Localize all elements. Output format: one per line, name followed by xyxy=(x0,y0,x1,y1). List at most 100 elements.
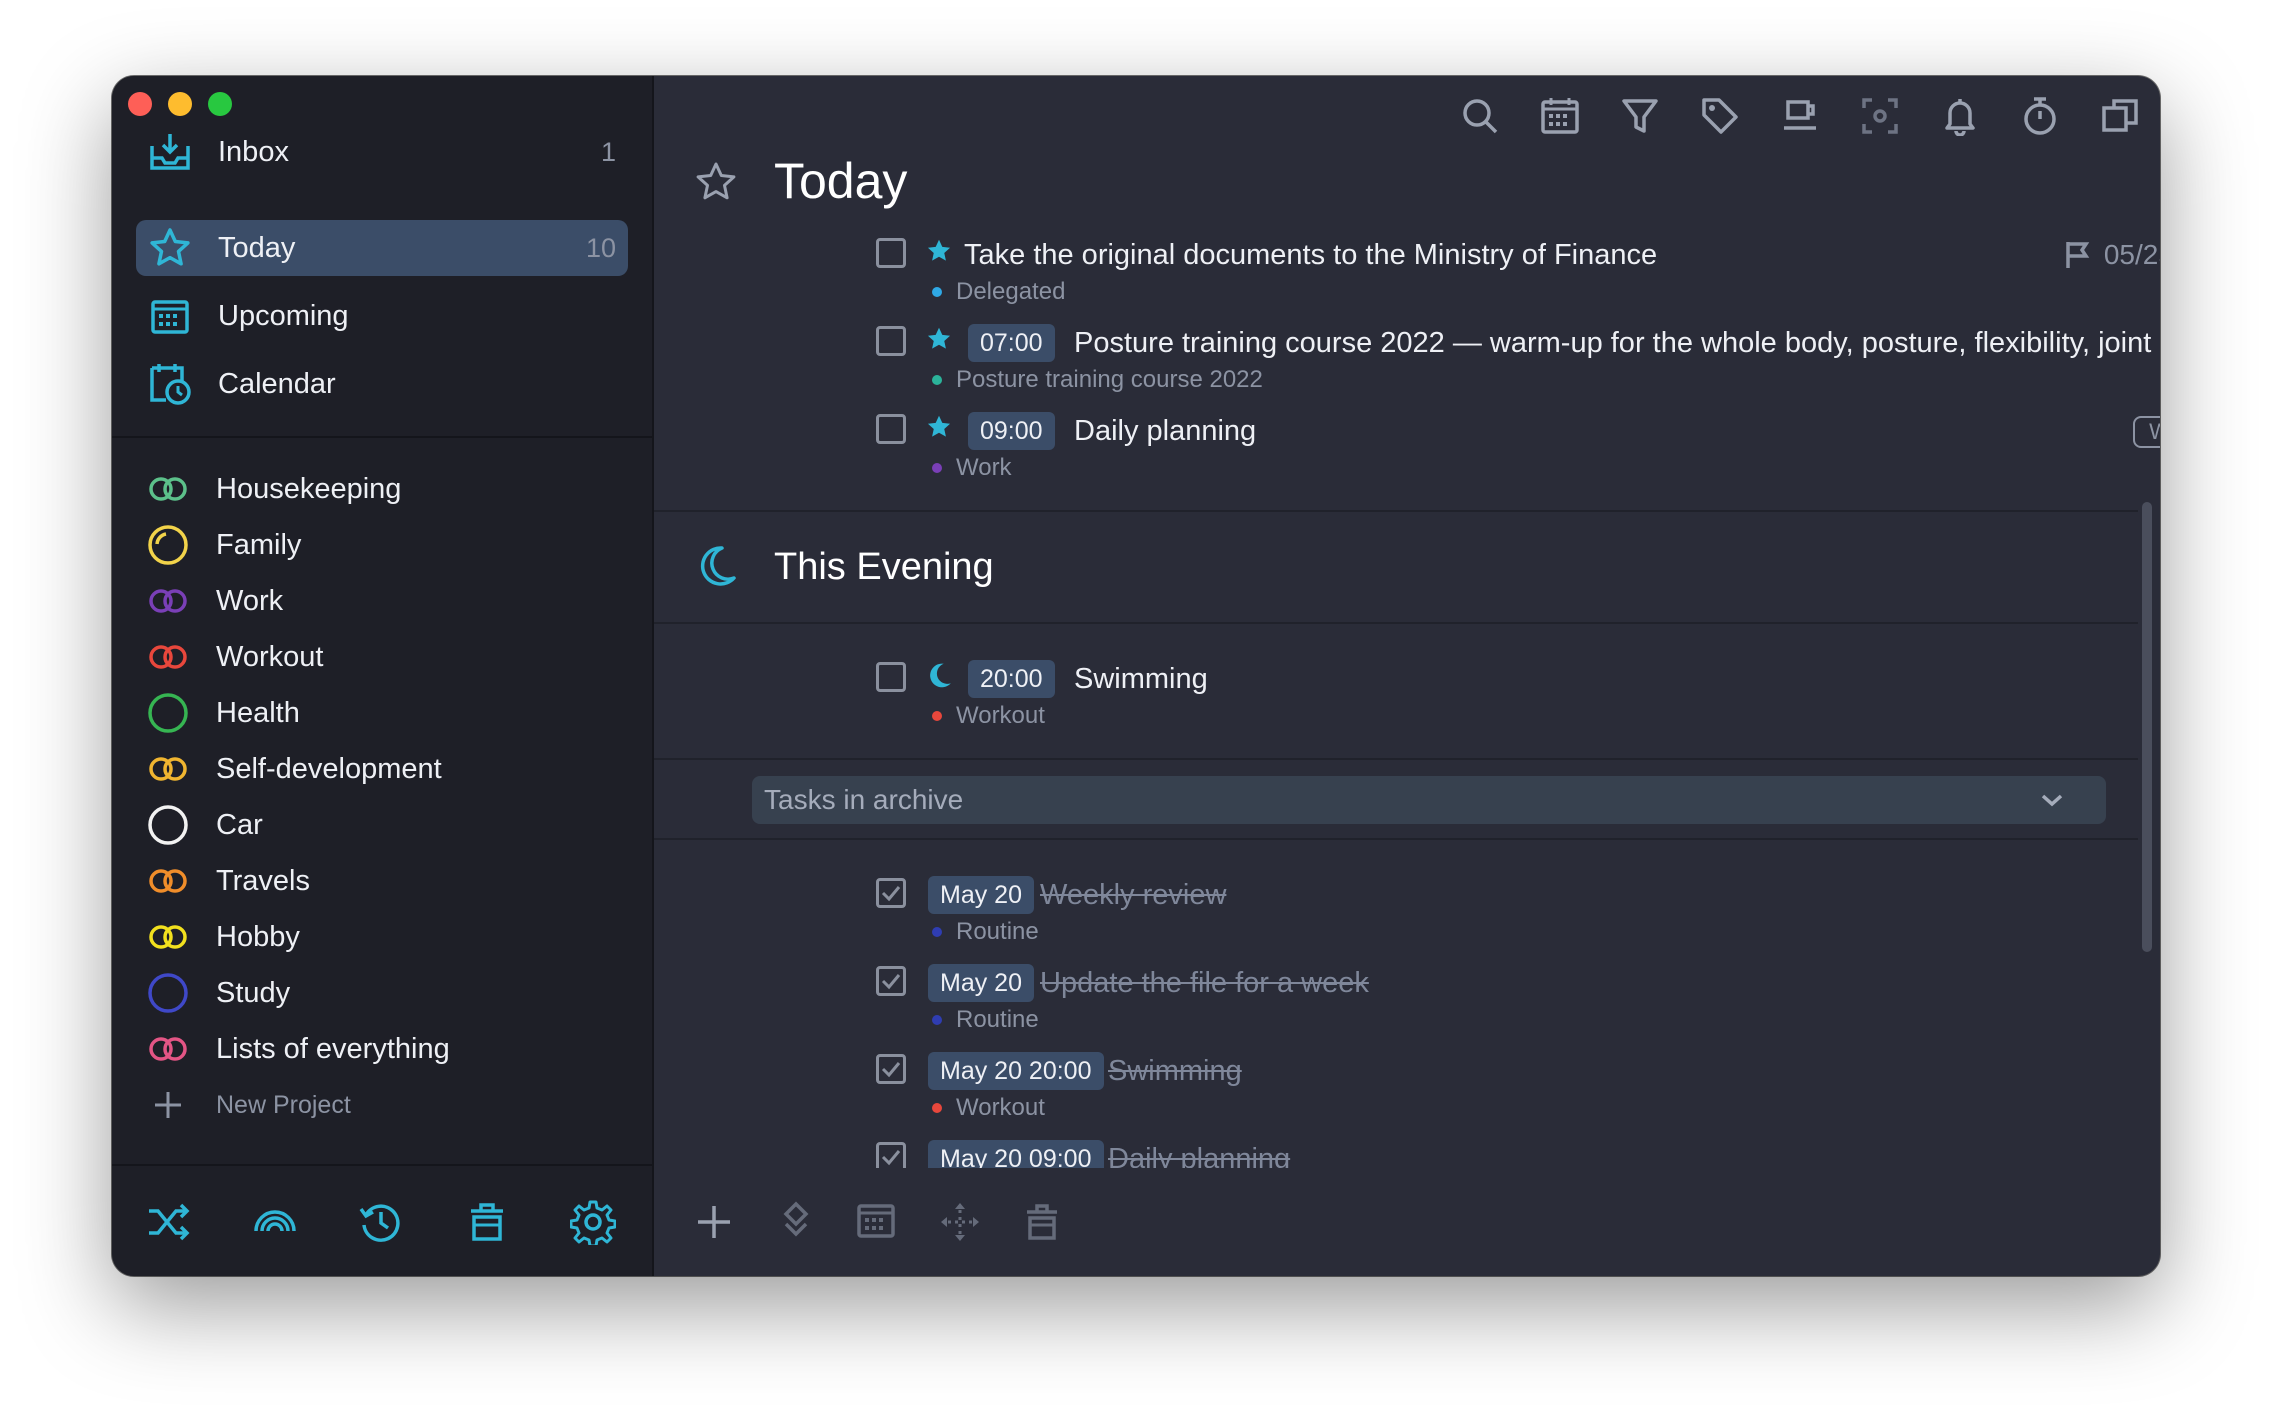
task-checkbox[interactable] xyxy=(876,326,906,356)
sidebar-item-study[interactable]: Study xyxy=(146,968,290,1018)
task-date-label: 05/25/2022 xyxy=(2103,239,2160,270)
window-controls xyxy=(128,92,232,116)
project-dot xyxy=(932,287,942,297)
section-title-evening: This Evening xyxy=(774,546,994,588)
task-checkbox-checked[interactable] xyxy=(876,966,906,996)
project-label: Health xyxy=(216,696,300,729)
sidebar-item-hobby[interactable]: Hobby xyxy=(146,912,300,962)
main-panel: Today Take the original documents to the… xyxy=(654,76,2160,1276)
zoom-window-button[interactable] xyxy=(208,92,232,116)
section-divider xyxy=(654,838,2138,840)
sidebar-item-self-development[interactable]: Self-development xyxy=(146,744,442,794)
sidebar-item-family[interactable]: Family xyxy=(146,520,301,570)
shuffle-icon[interactable] xyxy=(146,1199,192,1245)
task-project-label: Workout xyxy=(956,1094,1045,1121)
calendar-icon[interactable] xyxy=(856,1200,900,1244)
scrollbar[interactable] xyxy=(2142,502,2152,952)
sidebar-item-workout[interactable]: Workout xyxy=(146,632,323,682)
project-label: Self-development xyxy=(216,752,442,785)
double-ring-icon xyxy=(146,747,190,791)
sidebar-item-label: Calendar xyxy=(218,367,336,400)
new-project-button[interactable]: New Project xyxy=(146,1080,351,1130)
task-title: Swimming xyxy=(1108,1055,1242,1087)
task-checkbox[interactable] xyxy=(876,238,906,268)
task-checkbox-checked[interactable] xyxy=(876,1142,906,1168)
task-project-label: Workout xyxy=(956,702,1045,729)
today-star-icon xyxy=(926,414,956,444)
star-icon xyxy=(146,224,194,272)
project-label: Family xyxy=(216,528,302,561)
task-title: Swimming xyxy=(1074,663,1208,695)
today-star-icon xyxy=(926,326,956,356)
sidebar-item-health[interactable]: Health xyxy=(146,688,300,738)
history-icon[interactable] xyxy=(358,1199,404,1245)
task-date-chip: May 20 xyxy=(928,964,1034,1002)
project-dot xyxy=(932,1015,942,1025)
trash-icon[interactable] xyxy=(1020,1200,1064,1244)
project-dot xyxy=(932,375,942,385)
task-checkbox[interactable] xyxy=(876,414,906,444)
move-project-icon[interactable] xyxy=(774,1200,818,1244)
flag-icon xyxy=(2066,242,2090,268)
double-ring-icon xyxy=(146,635,190,679)
task-time-chip: 09:00 xyxy=(968,412,1055,450)
double-ring-icon xyxy=(146,915,190,959)
task-title: Daily planning xyxy=(1074,415,1257,447)
gear-icon[interactable] xyxy=(569,1199,617,1248)
archive-toggle[interactable]: Tasks in archive xyxy=(752,776,2106,824)
double-ring-icon xyxy=(146,1027,190,1071)
plus-icon[interactable] xyxy=(692,1200,736,1244)
project-dot xyxy=(932,711,942,721)
task-project-label: Routine xyxy=(956,918,1039,945)
sidebar-item-lists-of-everything[interactable]: Lists of everything xyxy=(146,1024,450,1074)
task-checkbox-checked[interactable] xyxy=(876,1054,906,1084)
task-date-chip: May 20 xyxy=(928,876,1034,914)
task-checkbox-checked[interactable] xyxy=(876,878,906,908)
page-title: Today xyxy=(774,153,908,209)
sidebar-item-today[interactable]: Today 10 xyxy=(136,220,628,276)
task-item[interactable]: 07:00 Posture training course 2022 — war… xyxy=(876,324,2160,412)
today-count: 10 xyxy=(585,232,616,263)
sidebar-item-housekeeping[interactable]: Housekeeping xyxy=(146,464,401,514)
move-arrows-icon[interactable] xyxy=(938,1200,982,1244)
task-project: Routine xyxy=(932,917,1039,947)
rainbow-icon[interactable] xyxy=(252,1199,298,1245)
task-project: Workout xyxy=(932,1093,1045,1123)
task-project: Work xyxy=(932,453,1012,483)
task-checkbox[interactable] xyxy=(876,662,906,692)
task-item[interactable]: Take the original documents to the Minis… xyxy=(876,236,2160,324)
sidebar-item-upcoming[interactable]: Upcoming xyxy=(136,288,628,344)
task-list: Today Take the original documents to the… xyxy=(654,76,2160,1168)
task-title: Weekly review xyxy=(1040,879,1227,911)
sidebar-item-label: Today xyxy=(218,231,296,264)
task-tag[interactable]: Work xyxy=(2133,416,2160,448)
archived-task-item[interactable]: May 20 Weekly review Routine xyxy=(876,876,2160,964)
archived-task-item[interactable]: May 20 20:00 Swimming Workout xyxy=(876,1052,2160,1140)
task-project-label: Routine xyxy=(956,1006,1039,1033)
sidebar-toolbar xyxy=(112,1166,652,1276)
archived-task-item[interactable]: May 20 Update the file for a week Routin… xyxy=(876,964,2160,1052)
close-window-button[interactable] xyxy=(128,92,152,116)
moon-icon xyxy=(694,544,738,588)
plus-icon xyxy=(146,1083,190,1127)
new-project-label: New Project xyxy=(216,1090,351,1119)
sidebar-divider xyxy=(112,436,652,438)
sidebar-item-work[interactable]: Work xyxy=(146,576,283,626)
task-title: Posture training course 2022 — warm-up f… xyxy=(1074,327,2152,359)
task-title: Update the file for a week xyxy=(1040,967,1369,999)
sidebar-item-car[interactable]: Car xyxy=(146,800,263,850)
task-time-chip: 07:00 xyxy=(968,324,1055,362)
task-project: Routine xyxy=(932,1005,1039,1035)
task-item[interactable]: 20:00 Swimming Workout xyxy=(876,660,2160,748)
sidebar-item-calendar[interactable]: Calendar xyxy=(136,356,628,412)
trash-icon[interactable] xyxy=(464,1199,510,1245)
minimize-window-button[interactable] xyxy=(168,92,192,116)
archive-label: Tasks in archive xyxy=(764,784,964,815)
ring-icon xyxy=(146,971,190,1015)
sidebar-item-inbox[interactable]: Inbox 1 xyxy=(136,124,628,180)
star-icon xyxy=(694,160,738,204)
archived-task-item[interactable]: May 20 09:00 Daily planning xyxy=(876,1140,2160,1168)
project-label: Workout xyxy=(216,640,324,673)
sidebar-item-travels[interactable]: Travels xyxy=(146,856,310,906)
task-item[interactable]: 09:00 Daily planning Work Work xyxy=(876,412,2160,500)
